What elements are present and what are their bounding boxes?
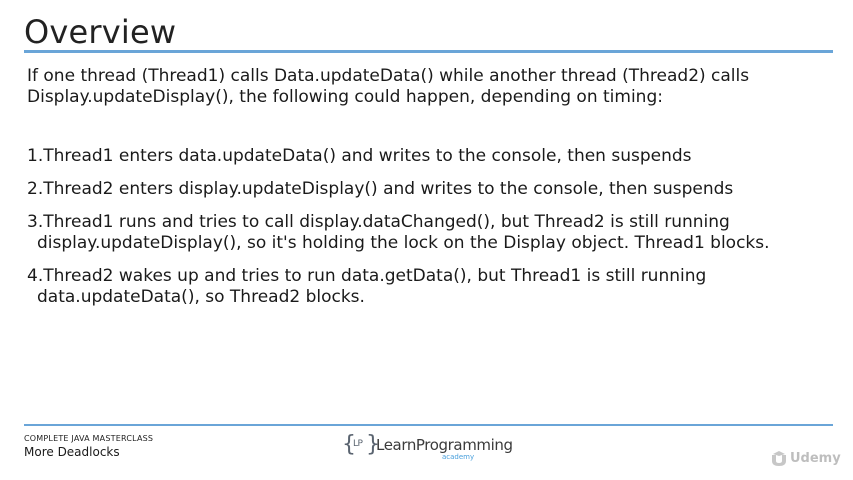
title-divider xyxy=(24,50,833,53)
steps-list: 1.Thread1 enters data.updateData() and w… xyxy=(27,146,817,320)
course-name: COMPLETE JAVA MASTERCLASS xyxy=(24,434,154,443)
footer-divider xyxy=(24,424,833,426)
step-item: 3.Thread1 runs and tries to call display… xyxy=(27,212,817,254)
step-text: Thread2 wakes up and tries to run data.g… xyxy=(37,266,707,307)
slide: Overview If one thread (Thread1) calls D… xyxy=(0,0,853,480)
step-text: Thread1 enters data.updateData() and wri… xyxy=(43,146,692,166)
slide-title: Overview xyxy=(24,13,177,51)
step-number: 3. xyxy=(27,212,44,232)
intro-paragraph: If one thread (Thread1) calls Data.updat… xyxy=(27,66,750,107)
logo-name: LearnProgramming xyxy=(376,436,513,454)
step-text: Thread2 enters display.updateDisplay() a… xyxy=(43,179,734,199)
step-item: 2.Thread2 enters display.updateDisplay()… xyxy=(27,179,817,200)
step-number: 1. xyxy=(27,146,44,166)
lecture-name: More Deadlocks xyxy=(24,445,120,459)
step-number: 4. xyxy=(27,266,44,286)
udemy-label: Udemy xyxy=(790,451,841,466)
udemy-watermark: Udemy xyxy=(770,450,850,470)
logo-initials: LP xyxy=(353,439,363,449)
logo-sub: academy xyxy=(442,453,475,461)
step-item: 4.Thread2 wakes up and tries to run data… xyxy=(27,266,817,308)
step-number: 2. xyxy=(27,179,44,199)
learnprogramming-logo: { LP } LearnProgramming academy xyxy=(342,432,513,464)
step-text: Thread1 runs and tries to call display.d… xyxy=(37,212,770,253)
step-item: 1.Thread1 enters data.updateData() and w… xyxy=(27,146,817,167)
udemy-icon xyxy=(772,451,786,466)
